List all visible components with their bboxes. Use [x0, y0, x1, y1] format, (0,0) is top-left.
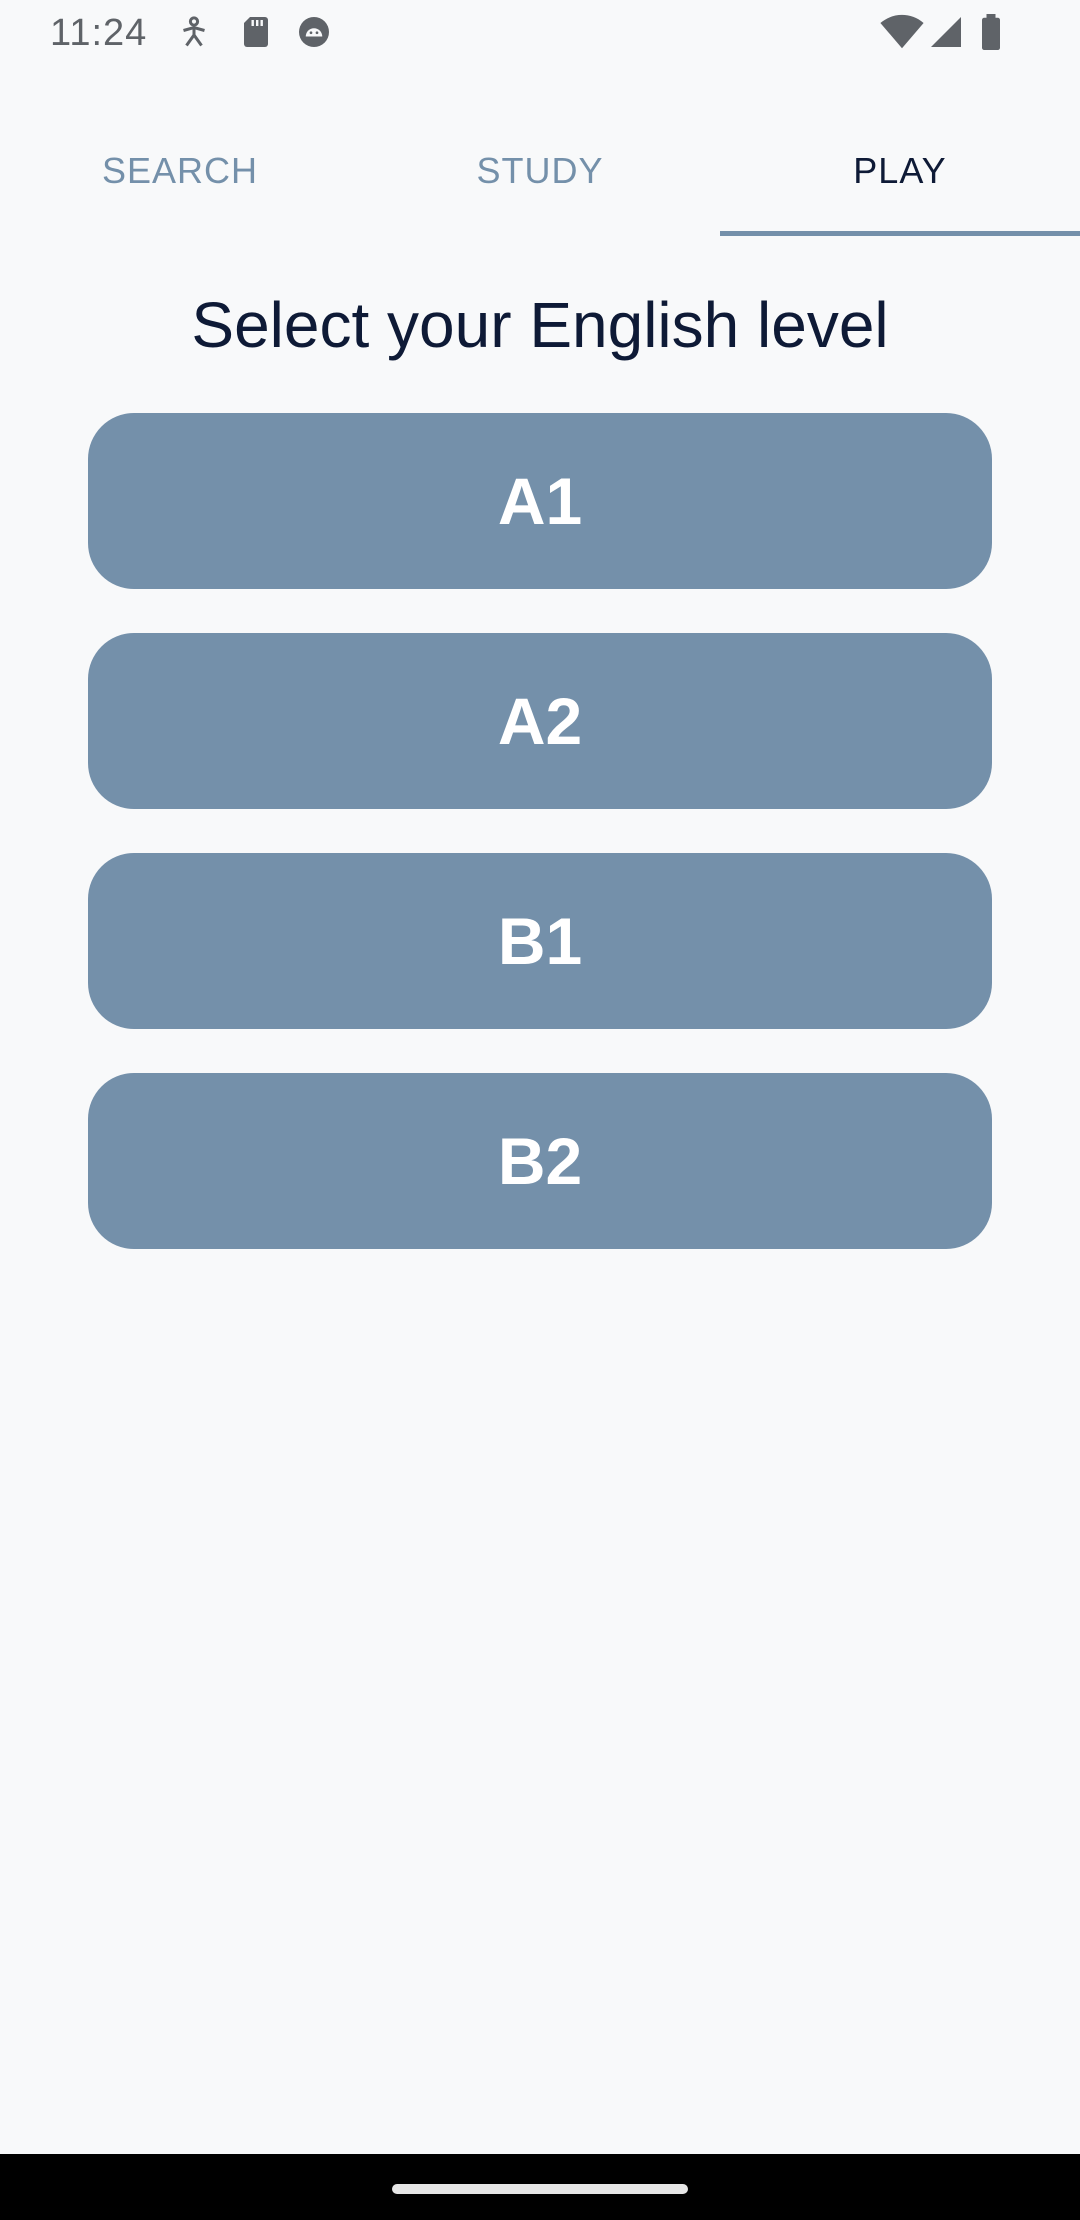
- page-title: Select your English level: [191, 289, 889, 361]
- level-a2-label: A2: [497, 684, 583, 758]
- level-a2-button[interactable]: A2: [88, 633, 992, 809]
- status-time: 11:24: [50, 12, 148, 54]
- level-b2-label: B2: [497, 1124, 583, 1198]
- level-a1-label: A1: [497, 464, 583, 538]
- tab-study-label: STUDY: [476, 150, 604, 191]
- accessibility-icon: [183, 16, 205, 47]
- tab-play[interactable]: PLAY: [720, 122, 1080, 236]
- wifi-icon: [880, 14, 924, 49]
- level-a1-button[interactable]: A1: [88, 413, 992, 589]
- cell-signal-icon: [931, 17, 961, 47]
- tab-play-label: PLAY: [853, 150, 947, 191]
- battery-icon: [982, 14, 1000, 50]
- sd-card-icon: [244, 17, 268, 47]
- tab-search-label: SEARCH: [101, 150, 259, 191]
- tab-search[interactable]: SEARCH: [0, 122, 360, 236]
- android-debug-icon: [299, 17, 329, 47]
- status-bar: 11:24: [0, 0, 1080, 66]
- level-b1-label: B1: [497, 904, 583, 978]
- level-b2-button[interactable]: B2: [88, 1073, 992, 1249]
- tab-bar: SEARCH STUDY PLAY: [0, 122, 1080, 236]
- tab-study[interactable]: STUDY: [360, 122, 720, 236]
- level-b1-button[interactable]: B1: [88, 853, 992, 1029]
- active-tab-indicator: [720, 231, 1080, 236]
- system-navigation-bar: [0, 2154, 1080, 2220]
- home-gesture-handle[interactable]: [392, 2184, 688, 2194]
